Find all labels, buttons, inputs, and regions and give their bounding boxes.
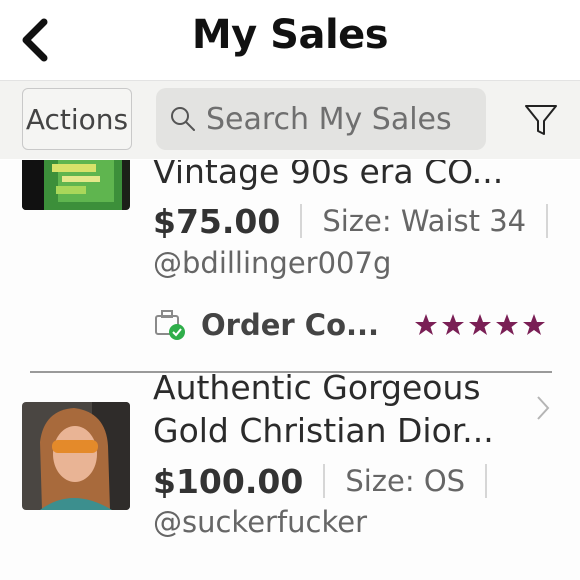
sales-toolbar: Actions [0, 81, 580, 159]
item-title-line: Authentic Gorgeous [153, 368, 481, 407]
search-icon [171, 107, 195, 131]
search-bar[interactable] [156, 88, 486, 150]
sales-list[interactable]: Vintage 90s era CO... $75.00 Size: Waist… [0, 160, 580, 580]
order-status: Order Co... [153, 308, 379, 342]
top-nav-bar: My Sales [0, 0, 580, 81]
chevron-right-icon [537, 396, 550, 420]
star-icon [415, 314, 437, 335]
rating-stars [414, 313, 546, 337]
star-icon [469, 314, 491, 335]
sale-list-item[interactable]: Authentic Gorgeous Gold Christian Dior..… [0, 368, 580, 580]
buyer-username: @bdillinger007g [153, 246, 392, 280]
item-price: $75.00 [153, 201, 281, 241]
order-status-label: Order Co... [201, 308, 380, 342]
order-complete-icon [155, 310, 185, 340]
star-icon [523, 314, 545, 335]
filter-icon [525, 105, 557, 135]
item-size: Size: Waist 34 [322, 204, 527, 238]
star-icon [442, 314, 464, 335]
item-title: Authentic Gorgeous Gold Christian Dior..… [153, 366, 533, 452]
star-icon [496, 314, 518, 335]
item-title-line: Gold Christian Dior... [153, 411, 494, 450]
separator [323, 464, 326, 498]
item-thumbnail [22, 402, 130, 510]
item-size: Size: OS [345, 464, 466, 498]
separator [546, 204, 549, 238]
price-size-row: $75.00 Size: Waist 34 [153, 199, 568, 243]
actions-button[interactable]: Actions [22, 88, 132, 150]
price-size-row: $100.00 Size: OS [153, 459, 507, 503]
separator [485, 464, 488, 498]
search-input[interactable] [204, 100, 478, 138]
buyer-username: @suckerfucker [153, 505, 368, 539]
item-title: Vintage 90s era CO... [153, 160, 504, 191]
sale-list-item[interactable]: Vintage 90s era CO... $75.00 Size: Waist… [0, 160, 580, 372]
filter-button[interactable] [520, 99, 562, 141]
item-thumbnail [22, 160, 130, 210]
item-price: $100.00 [153, 461, 304, 501]
page-title: My Sales [191, 12, 389, 58]
separator [300, 204, 303, 238]
